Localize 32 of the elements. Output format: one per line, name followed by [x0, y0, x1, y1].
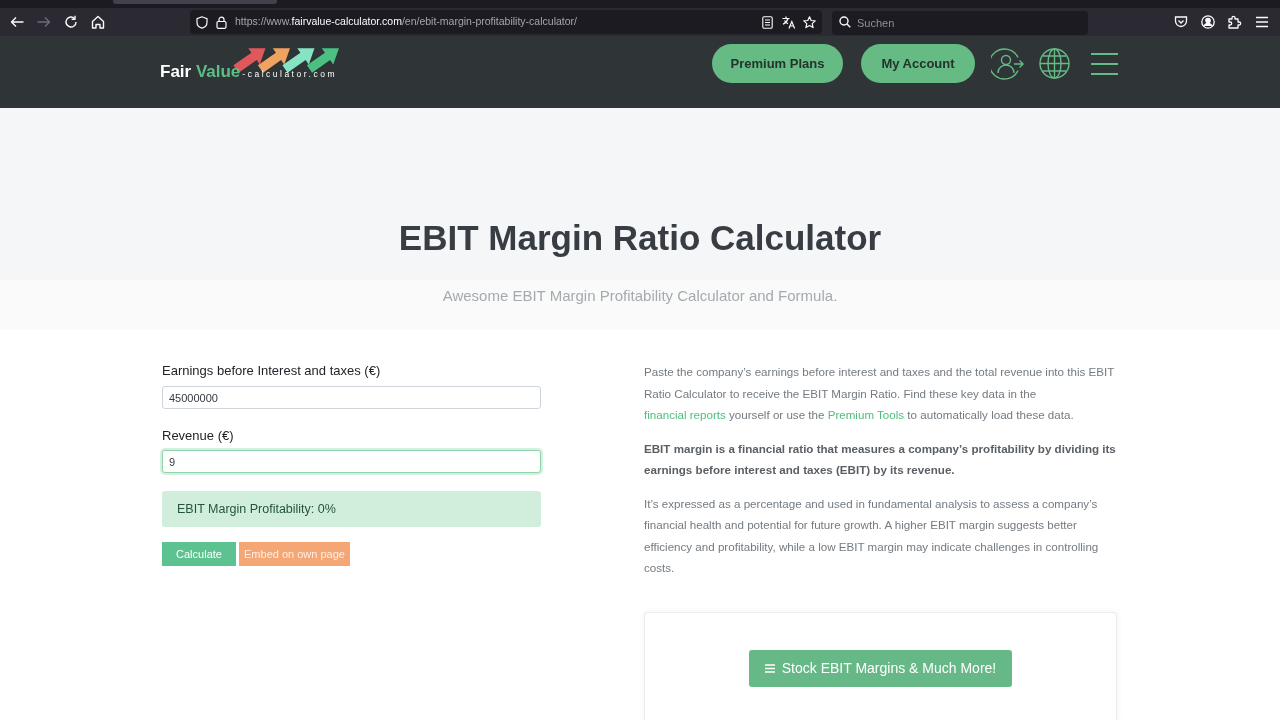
- globe-icon[interactable]: [1039, 48, 1070, 79]
- result-alert: EBIT Margin Profitability: 0%: [162, 491, 541, 527]
- shield-icon[interactable]: [196, 15, 208, 29]
- address-bar[interactable]: https://www.fairvalue-calculator.com/en/ebit-margin-profitability-calculator/: [190, 10, 822, 34]
- translate-icon[interactable]: [782, 15, 796, 29]
- header-button[interactable]: My Account: [861, 44, 975, 83]
- document-icon[interactable]: [762, 15, 773, 29]
- logo-domain-text[interactable]: -calculator.com: [242, 69, 337, 79]
- info-paragraph: It’s expressed as a percentage and used in fundamental analysis to assess a company’s financial health and potential for future growth. A higher EBIT margin suggests better efficiency and profitability, while a low EBIT margin may indicate challenges in controlling costs.: [644, 495, 1100, 576]
- info-paragraph: EBIT margin is a financial ratio that measures a company’s profitability by dividing its earnings before interest and taxes (EBIT) by its revenue.: [644, 440, 1117, 478]
- user-login-icon[interactable]: [991, 47, 1024, 80]
- search-icon: [839, 16, 851, 28]
- back-arrow-icon[interactable]: [10, 15, 24, 29]
- star-icon[interactable]: [803, 15, 816, 29]
- page-subtitle: Awesome EBIT Margin Profitability Calculator and Formula.: [442, 286, 838, 306]
- url-text[interactable]: https://www.fairvalue-calculator.com/en/ebit-margin-profitability-calculator/: [235, 14, 577, 30]
- search-field[interactable]: Suchen: [832, 11, 1088, 35]
- field-label: Revenue (€): [162, 427, 235, 445]
- account-icon[interactable]: [1201, 15, 1215, 29]
- lock-icon[interactable]: [216, 15, 227, 29]
- logo-wordmark[interactable]: Fair Value: [160, 62, 241, 82]
- reload-icon[interactable]: [64, 15, 78, 29]
- puzzle-icon[interactable]: [1228, 15, 1242, 29]
- header-button[interactable]: Premium Plans: [712, 44, 843, 83]
- page-title: EBIT Margin Ratio Calculator: [398, 217, 882, 259]
- menu-icon: [764, 663, 775, 673]
- field-label: Earnings before Interest and taxes (€): [162, 362, 382, 380]
- number-input[interactable]: 45000000: [162, 386, 541, 409]
- info-paragraph: Paste the company’s earnings before interest and taxes and the total revenue into this EBIT Ratio Calculator to receive the EBIT Margin Ratio. Find these key data in the financial reports yourself or use the Premium Tools to automatically load these data.: [644, 364, 1116, 423]
- home-icon[interactable]: [91, 15, 105, 29]
- chevron-shield-icon[interactable]: [1174, 15, 1188, 29]
- number-input[interactable]: 9: [162, 450, 541, 473]
